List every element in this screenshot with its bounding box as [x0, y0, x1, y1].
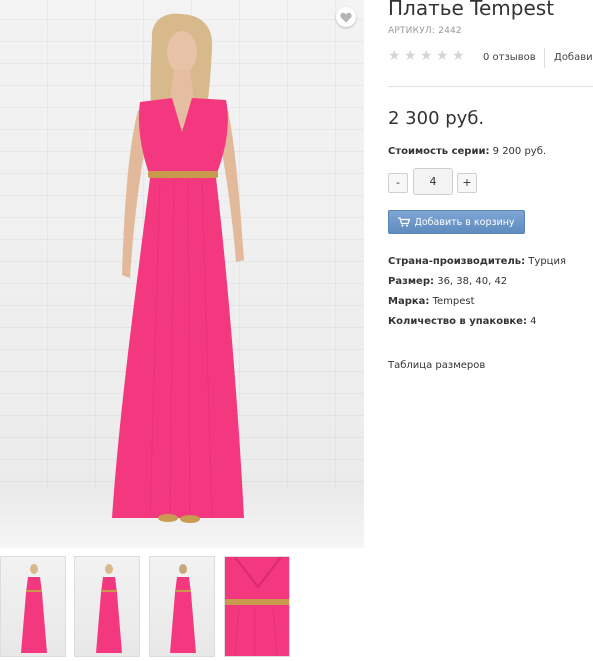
thumbnail-3-image	[170, 564, 196, 653]
product-sku: АРТИКУЛ: 2442	[388, 26, 462, 36]
attribute-label: Количество в упаковке:	[388, 316, 527, 327]
attribute-pack-quantity: Количество в упаковке: 4	[388, 316, 537, 327]
attribute-value: Турция	[528, 256, 566, 267]
divider	[388, 86, 593, 87]
series-price-value: 9 200 руб.	[492, 146, 547, 157]
rating-stars[interactable]: ★ ★ ★ ★ ★	[388, 49, 465, 63]
star-icon[interactable]: ★	[404, 49, 417, 63]
thumbnail-4-image	[225, 557, 289, 656]
attribute-value: 36, 38, 40, 42	[437, 276, 508, 287]
attribute-value: 4	[530, 316, 537, 327]
divider	[544, 48, 545, 68]
product-price: 2 300 руб.	[388, 108, 485, 129]
attribute-label: Марка:	[388, 296, 430, 307]
heart-icon	[340, 12, 352, 22]
attribute-size: Размер: 36, 38, 40, 42	[388, 276, 507, 287]
thumbnail-2-image	[96, 564, 122, 653]
attribute-label: Страна-производитель:	[388, 256, 526, 267]
add-to-cart-label: Добавить в корзину	[414, 216, 515, 228]
star-icon[interactable]: ★	[452, 49, 465, 63]
attribute-country: Страна-производитель: Турция	[388, 256, 566, 267]
thumbnail-4[interactable]	[224, 556, 290, 657]
series-price-label: Стоимость серии:	[388, 146, 490, 157]
attribute-brand: Марка: Tempest	[388, 296, 475, 307]
attribute-label: Размер:	[388, 276, 435, 287]
add-to-cart-button[interactable]: Добавить в корзину	[388, 210, 525, 234]
series-price: Стоимость серии: 9 200 руб.	[388, 146, 546, 157]
model-in-dress	[112, 13, 244, 523]
star-icon[interactable]: ★	[436, 49, 449, 63]
add-link[interactable]: Добави	[554, 52, 593, 63]
quantity-input[interactable]	[413, 168, 453, 195]
reviews-link[interactable]: 0 отзывов	[483, 52, 536, 63]
thumbnail-3[interactable]	[149, 556, 215, 657]
thumbnail-2[interactable]	[74, 556, 140, 657]
cart-icon	[398, 217, 411, 227]
thumbnail-1[interactable]	[0, 556, 66, 657]
wishlist-button[interactable]	[336, 7, 356, 27]
size-table-link[interactable]: Таблица размеров	[388, 360, 485, 371]
star-icon[interactable]: ★	[420, 49, 433, 63]
attribute-value: Tempest	[432, 296, 475, 307]
main-product-photo[interactable]	[0, 0, 364, 548]
star-icon[interactable]: ★	[388, 49, 401, 63]
quantity-increase-button[interactable]: +	[457, 173, 477, 193]
product-title: Платье Tempest	[388, 0, 555, 20]
thumbnail-1-image	[21, 564, 47, 653]
quantity-decrease-button[interactable]: -	[388, 173, 408, 193]
